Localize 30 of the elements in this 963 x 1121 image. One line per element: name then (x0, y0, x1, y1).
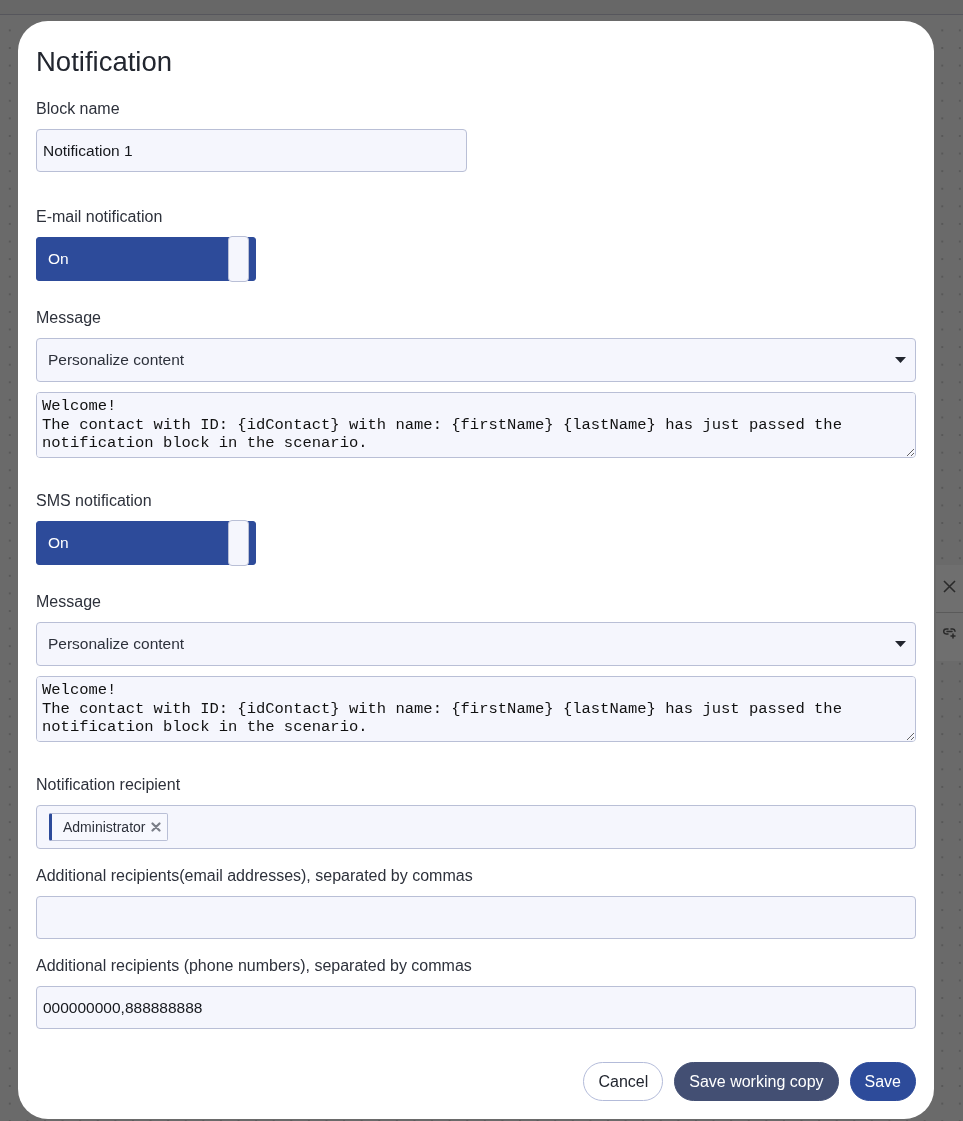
caret-icon (895, 357, 906, 363)
personalize-dropdown[interactable]: Personalize content (36, 338, 916, 382)
dialog-title: Notification (36, 45, 174, 79)
field-label: Notification recipient (36, 775, 181, 795)
field-label: Message (36, 308, 101, 328)
field-label: Message (36, 592, 101, 612)
personalize-dropdown[interactable]: Personalize content (36, 622, 916, 666)
message-field[interactable]: Welcome! The contact with ID: {idContact} with name: {firstName} {lastName} has just passed the notification block in the scenario. (36, 392, 916, 458)
close-icon[interactable] (151, 822, 162, 832)
toggle-switch[interactable]: On (36, 237, 256, 281)
save-button[interactable]: Save (849, 1062, 916, 1101)
field-label: Block name (36, 99, 120, 119)
message-field[interactable]: Welcome! The contact with ID: {idContact} with name: {firstName} {lastName} has just passed the notification block in the scenario. (36, 676, 916, 742)
chip-label: Administrator (63, 819, 146, 835)
cancel-button[interactable]: Cancel (583, 1062, 664, 1101)
toggle-switch[interactable]: On (36, 521, 256, 565)
link-icon[interactable] (943, 626, 956, 639)
email-recipients-input[interactable] (36, 896, 916, 939)
field-label: E-mail notification (36, 207, 163, 227)
caret-icon (895, 641, 906, 647)
field-label: Additional recipients (phone numbers), separated by commas (36, 956, 472, 976)
close-icon[interactable] (943, 580, 956, 593)
block-name-input[interactable]: Notification 1 (36, 129, 467, 172)
toggle-knob[interactable] (228, 520, 249, 566)
toggle-knob[interactable] (228, 236, 249, 282)
recipient-field[interactable]: Administrator (36, 805, 916, 849)
field-label: SMS notification (36, 491, 152, 511)
save-copy-button[interactable]: Save working copy (674, 1062, 839, 1101)
phone-recipients-input[interactable]: 000000000,888888888 (36, 986, 916, 1029)
field-label: Additional recipients(email addresses), separated by commas (36, 866, 473, 886)
